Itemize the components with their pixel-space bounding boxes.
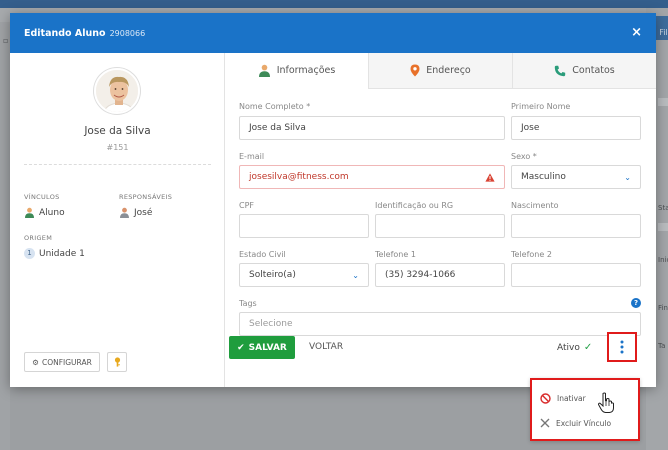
- status-indicator: Ativo ✓: [557, 342, 592, 353]
- responsaveis-label: RESPONSÁVEIS: [119, 193, 173, 201]
- key-button[interactable]: [107, 352, 127, 372]
- telefone1-label: Telefone 1: [375, 250, 416, 259]
- key-icon: [114, 357, 120, 367]
- background-left-strip: ▫: [0, 22, 10, 450]
- origem-badge: 1: [24, 248, 35, 259]
- configure-label: CONFIGURAR: [41, 357, 92, 367]
- sexo-value: Masculino: [521, 172, 566, 182]
- identificacao-input[interactable]: [375, 214, 505, 238]
- chevron-down-icon: ⌄: [352, 270, 359, 280]
- nome-completo-label: Nome Completo *: [239, 102, 311, 111]
- tab-label: Endereço: [426, 65, 471, 76]
- sexo-label: Sexo *: [511, 152, 537, 161]
- background-label: Ta: [658, 342, 666, 350]
- nascimento-label: Nascimento: [511, 201, 559, 210]
- modal-title-text: Editando Aluno: [24, 28, 106, 39]
- cpf-label: CPF: [239, 201, 255, 210]
- background-label: Fin: [658, 304, 668, 312]
- profile-divider: [24, 164, 211, 165]
- email-value: josesilva@fitness.com: [249, 172, 349, 182]
- background-topbar: [0, 0, 668, 8]
- guardian-icon: [120, 207, 129, 218]
- origem-value: 1 Unidade 1: [24, 248, 85, 259]
- cpf-input[interactable]: [239, 214, 369, 238]
- vinculos-value: Aluno: [24, 207, 65, 218]
- modal-record-id: 2908066: [109, 29, 146, 38]
- tags-placeholder: Selecione: [249, 319, 293, 329]
- close-icon[interactable]: ×: [631, 25, 642, 40]
- background-line: [658, 223, 668, 231]
- telefone2-label: Telefone 2: [511, 250, 552, 259]
- identificacao-label: Identificação ou RG: [375, 201, 454, 210]
- block-icon: [540, 392, 551, 404]
- hand-cursor-icon: [597, 392, 614, 413]
- primeiro-nome-input[interactable]: Jose: [511, 116, 641, 140]
- modal-title: Editando Aluno 2908066: [24, 28, 145, 39]
- options-menu: Inativar Excluir Vínculo: [530, 378, 640, 441]
- chevron-down-icon: ⌄: [624, 172, 631, 182]
- tags-select[interactable]: Selecione: [239, 312, 641, 336]
- estado-civil-select[interactable]: Solteiro(a) ⌄: [239, 263, 369, 287]
- gear-icon: ⚙: [32, 357, 39, 367]
- check-icon: ✓: [583, 342, 593, 353]
- background-line: [658, 98, 668, 106]
- save-button[interactable]: ✔ SALVAR: [229, 336, 295, 359]
- back-button[interactable]: VOLTAR: [309, 342, 343, 352]
- vinculos-label: VÍNCULOS: [24, 193, 60, 201]
- nascimento-input[interactable]: [511, 214, 641, 238]
- background-label: Sta: [658, 204, 668, 212]
- avatar-image: [96, 70, 138, 112]
- telefone1-input[interactable]: (35) 3294-1066: [375, 263, 505, 287]
- map-pin-icon: [410, 64, 420, 77]
- phone-icon: [555, 65, 566, 76]
- modal-header: Editando Aluno 2908066 ×: [10, 13, 656, 53]
- background-label: Inic: [658, 256, 668, 264]
- status-label: Ativo: [557, 342, 580, 353]
- menu-item-label: Inativar: [557, 393, 586, 403]
- vinculos-text: Aluno: [39, 207, 65, 218]
- tab-endereco[interactable]: Endereço: [368, 53, 512, 88]
- student-name: Jose da Silva: [84, 125, 151, 137]
- modal-tabs: Informações Endereço Contatos: [225, 53, 656, 89]
- more-options-button[interactable]: [607, 332, 637, 362]
- primeiro-nome-label: Primeiro Nome: [511, 102, 571, 111]
- help-icon[interactable]: ?: [631, 298, 641, 308]
- edit-student-modal: Editando Aluno 2908066 × Jose da Silva #1…: [10, 13, 656, 387]
- profile-panel: Jose da Silva #151 VÍNCULOS Aluno RESPON…: [10, 53, 225, 387]
- person-icon: [258, 64, 270, 77]
- student-icon: [25, 207, 34, 218]
- student-number: #151: [106, 143, 129, 152]
- check-icon: ✔: [237, 342, 245, 353]
- responsaveis-text: José: [134, 207, 153, 218]
- telefone2-input[interactable]: [511, 263, 641, 287]
- origem-text: Unidade 1: [39, 248, 85, 259]
- origem-label: ORIGEM: [24, 234, 53, 242]
- tags-label: Tags: [239, 299, 257, 308]
- responsaveis-value: José: [119, 207, 152, 218]
- estado-civil-value: Solteiro(a): [249, 270, 296, 280]
- menu-item-inativar[interactable]: Inativar: [532, 386, 638, 410]
- kebab-menu-icon: [620, 340, 624, 354]
- tab-label: Contatos: [572, 65, 615, 76]
- warning-icon: [485, 172, 495, 182]
- nome-completo-input[interactable]: Jose da Silva: [239, 116, 505, 140]
- tab-informacoes[interactable]: Informações: [225, 53, 368, 89]
- tab-contatos[interactable]: Contatos: [512, 53, 656, 88]
- menu-item-excluir-vinculo[interactable]: Excluir Vínculo: [532, 411, 638, 435]
- email-input[interactable]: josesilva@fitness.com: [239, 165, 505, 189]
- menu-item-label: Excluir Vínculo: [556, 418, 612, 428]
- background-glyph: ▫: [3, 36, 9, 45]
- save-label: SALVAR: [248, 342, 287, 353]
- estado-civil-label: Estado Civil: [239, 250, 286, 259]
- avatar: [94, 68, 140, 114]
- email-label: E-mail: [239, 152, 265, 161]
- configure-button[interactable]: ⚙ CONFIGURAR: [24, 352, 100, 372]
- sexo-select[interactable]: Masculino ⌄: [511, 165, 641, 189]
- x-icon: [540, 418, 550, 428]
- tab-label: Informações: [276, 65, 336, 76]
